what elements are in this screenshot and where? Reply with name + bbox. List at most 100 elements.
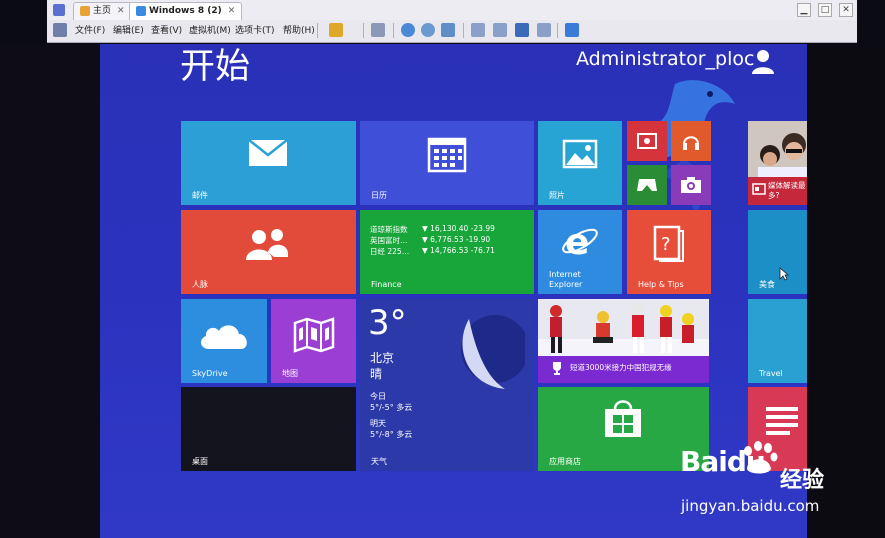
- toolbar-separator: [363, 23, 364, 38]
- moon-illustration: [461, 315, 525, 389]
- unity-icon[interactable]: [537, 23, 551, 37]
- maximize-button[interactable]: □: [818, 3, 832, 17]
- tile-games[interactable]: [627, 165, 667, 205]
- user-avatar-icon[interactable]: [751, 48, 775, 74]
- app-icon: [53, 4, 65, 16]
- close-button[interactable]: ✕: [839, 3, 853, 17]
- tab-home-close-icon[interactable]: ✕: [117, 6, 125, 16]
- calendar-icon: [427, 137, 467, 173]
- tile-calendar-label: 日历: [371, 191, 387, 200]
- tile-news-right-label: 媒体解读最多?: [768, 181, 806, 200]
- weather-temperature: 3°: [368, 303, 407, 343]
- weather-today-label: 今日: [370, 392, 386, 401]
- finance-row-name-1: 道琼斯指数: [370, 225, 408, 234]
- tile-weather[interactable]: 3° 北京 晴 今日 5°/-5° 多云 明天 5°/-8° 多云 天气: [360, 299, 534, 471]
- help-book-icon: ?: [653, 225, 684, 262]
- tile-people-label: 人脉: [192, 280, 208, 289]
- finance-row-value-1: ▼ 16,130.40 -23.99: [422, 224, 495, 233]
- weather-condition: 晴: [370, 367, 383, 381]
- tile-calendar[interactable]: 日历: [360, 121, 534, 205]
- toolbar-separator: [393, 23, 394, 38]
- tile-mail-label: 邮件: [192, 191, 208, 200]
- headphones-icon: [683, 136, 699, 150]
- menu-help[interactable]: 帮助(H): [283, 24, 315, 38]
- tile-video[interactable]: [627, 121, 667, 161]
- tile-mail[interactable]: 邮件: [181, 121, 356, 205]
- fullscreen-icon[interactable]: [515, 23, 529, 37]
- snapshot-icon[interactable]: [401, 23, 415, 37]
- tile-food[interactable]: 美食: [748, 210, 807, 294]
- tile-travel[interactable]: Travel: [748, 299, 807, 383]
- minimize-button[interactable]: ▁: [797, 3, 811, 17]
- tile-ie-label: Internet Explorer: [549, 270, 583, 289]
- tile-food-label: 美食: [759, 280, 775, 289]
- news-photo: [748, 121, 807, 177]
- tile-people[interactable]: 人脉: [181, 210, 356, 294]
- start-title: 开始: [180, 47, 251, 87]
- photos-icon: [562, 139, 598, 169]
- tile-maps[interactable]: 地图: [271, 299, 356, 383]
- menu-vm[interactable]: 虚拟机(M): [189, 24, 231, 38]
- tile-photos[interactable]: 照片: [538, 121, 622, 205]
- sidebar-toggle-icon[interactable]: [471, 23, 485, 37]
- sports-photo: [538, 299, 709, 356]
- tab-windows8-label: Windows 8 (2): [149, 6, 222, 16]
- monitor-bezel-left: [0, 44, 100, 538]
- tab-home-label: 主页: [93, 6, 112, 16]
- user-name[interactable]: Administrator_ploc: [576, 48, 754, 70]
- network-icon[interactable]: [371, 23, 385, 37]
- tab-home[interactable]: 主页 ✕: [73, 2, 132, 20]
- mail-icon: [248, 139, 288, 166]
- vm-menu-icon[interactable]: [53, 23, 67, 37]
- news-icon: [752, 183, 766, 195]
- tile-finance-label: Finance: [371, 280, 402, 289]
- people-icon: [246, 229, 288, 260]
- tile-skydrive[interactable]: SkyDrive: [181, 299, 267, 383]
- watermark-brand: Baidu: [680, 445, 766, 478]
- finance-row-value-3: ▼ 14,766.53 -76.71: [422, 246, 495, 255]
- tile-maps-label: 地图: [282, 369, 298, 378]
- vm-titlebar: 主页 ✕ Windows 8 (2) ✕ ▁ □ ✕: [47, 0, 857, 21]
- tile-help-label: Help & Tips: [638, 280, 684, 289]
- tile-travel-label: Travel: [759, 369, 783, 378]
- tile-news-right[interactable]: 媒体解读最多?: [748, 121, 807, 205]
- camera-icon: [681, 177, 701, 193]
- toolbar-separator: [557, 23, 558, 38]
- store-bag-icon: [605, 400, 641, 437]
- toolbar-separator: [463, 23, 464, 38]
- tile-skydrive-label: SkyDrive: [192, 369, 228, 378]
- console-view-icon[interactable]: [493, 23, 507, 37]
- reading-list-icon: [766, 407, 798, 435]
- tile-photos-label: 照片: [549, 191, 565, 200]
- weather-today-forecast: 5°/-5° 多云: [370, 403, 413, 412]
- tile-internet-explorer[interactable]: e Internet Explorer: [538, 210, 622, 294]
- toolbar-separator: [317, 23, 318, 38]
- menu-tabs[interactable]: 选项卡(T): [235, 24, 275, 38]
- tab-windows8-close-icon[interactable]: ✕: [228, 6, 236, 16]
- weather-tomorrow-label: 明天: [370, 419, 386, 428]
- finance-row-value-2: ▼ 6,776.53 -19.90: [422, 235, 491, 244]
- menu-file[interactable]: 文件(F): [75, 24, 105, 38]
- tab-windows8[interactable]: Windows 8 (2) ✕: [129, 2, 243, 20]
- revert-snapshot-icon[interactable]: [421, 23, 435, 37]
- snapshot-manager-icon[interactable]: [441, 23, 455, 37]
- stretch-guest-icon[interactable]: [565, 23, 579, 37]
- tile-finance[interactable]: 道琼斯指数 ▼ 16,130.40 -23.99 英国富时… ▼ 6,776.5…: [360, 210, 534, 294]
- menu-view[interactable]: 查看(V): [151, 24, 182, 38]
- menu-edit[interactable]: 编辑(E): [113, 24, 144, 38]
- map-icon: [293, 317, 335, 353]
- tile-music[interactable]: [671, 121, 711, 161]
- tile-help-tips[interactable]: ? Help & Tips: [627, 210, 711, 294]
- vm-toolbar: 文件(F) 编辑(E) 查看(V) 虚拟机(M) 选项卡(T) 帮助(H): [47, 20, 857, 43]
- pause-icon[interactable]: [329, 23, 343, 37]
- watermark-brand-cn: 经验: [780, 468, 825, 493]
- svg-text:?: ?: [661, 234, 671, 255]
- finance-row-name-2: 英国富时…: [370, 236, 408, 245]
- game-controller-icon: [637, 179, 657, 191]
- tile-sports-news[interactable]: 短道3000米接力中国犯规无缘: [538, 299, 709, 383]
- mouse-cursor-icon: [779, 267, 789, 281]
- tile-camera[interactable]: [671, 165, 711, 205]
- tile-desktop[interactable]: 桌面: [181, 387, 356, 471]
- cloud-icon: [200, 325, 247, 349]
- video-icon: [637, 133, 657, 149]
